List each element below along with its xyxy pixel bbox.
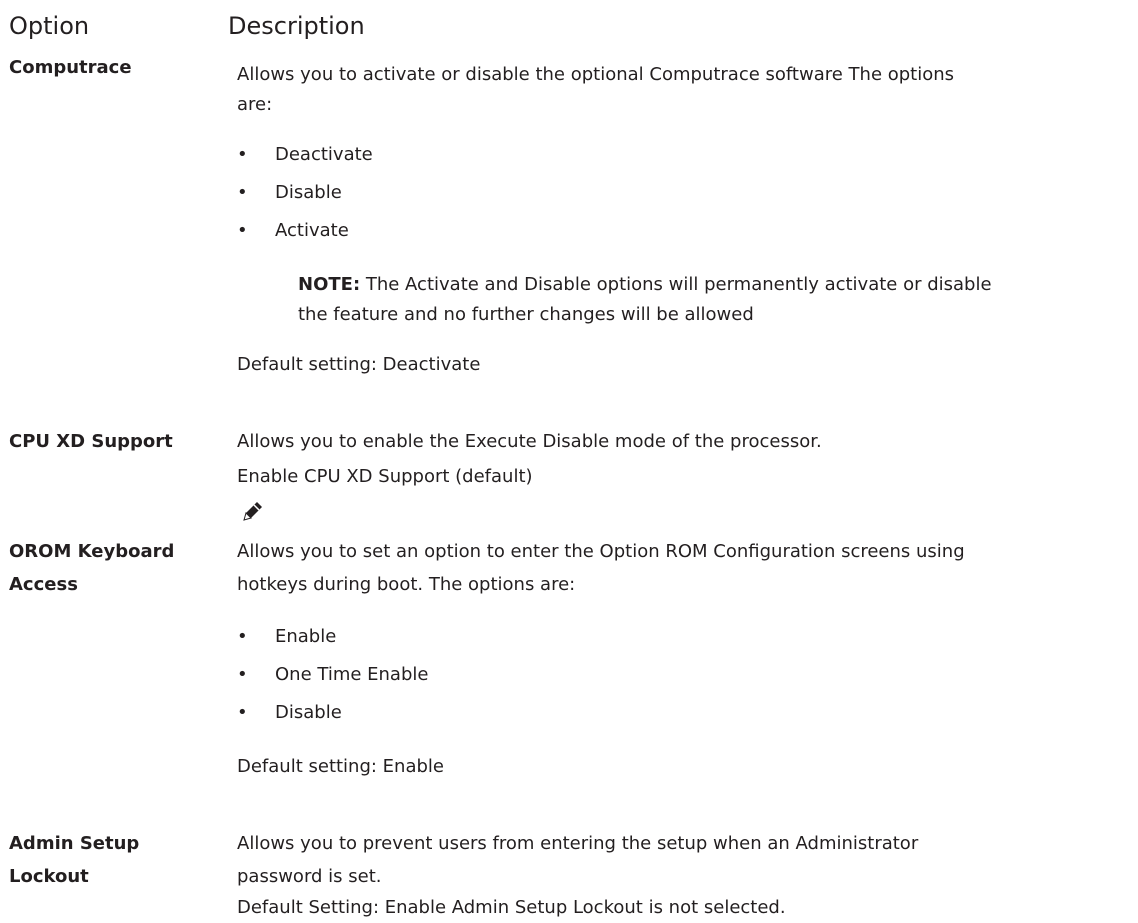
description-line: Allows you to set an option to enter the… xyxy=(237,541,965,562)
note-text: the feature and no further changes will … xyxy=(298,304,754,325)
option-list-item: • Deactivate xyxy=(237,144,373,165)
default-setting: Default Setting: Enable Admin Setup Lock… xyxy=(237,897,786,918)
header-description: Description xyxy=(228,12,365,40)
option-name-cpu-xd-support: CPU XD Support xyxy=(9,431,173,452)
default-setting: Default setting: Enable xyxy=(237,756,444,777)
header-option: Option xyxy=(9,12,90,40)
description-line: Allows you to prevent users from enterin… xyxy=(237,833,919,854)
option-name-orom-keyboard-access: OROM Keyboard xyxy=(9,541,175,562)
description-line: Allows you to activate or disable the op… xyxy=(237,64,955,85)
option-name-computrace: Computrace xyxy=(9,57,132,78)
option-list-item: • Disable xyxy=(237,702,342,723)
option-name-admin-setup-lockout: Lockout xyxy=(9,866,89,887)
note-text: NOTE: The Activate and Disable options w… xyxy=(298,274,992,295)
option-list-item: • Activate xyxy=(237,220,349,241)
option-list-item: • Enable xyxy=(237,626,337,647)
pencil-icon xyxy=(243,502,262,521)
description-line: Allows you to enable the Execute Disable… xyxy=(237,431,822,452)
option-list-item: • One Time Enable xyxy=(237,664,429,685)
description-line: hotkeys during boot. The options are: xyxy=(237,574,576,595)
option-list-item: • Disable xyxy=(237,182,342,203)
default-setting: Default setting: Deactivate xyxy=(237,354,481,375)
option-name-admin-setup-lockout: Admin Setup xyxy=(9,833,140,854)
description-line: are: xyxy=(237,94,273,115)
description-line: password is set. xyxy=(237,866,382,887)
description-line: Enable CPU XD Support (default) xyxy=(237,466,533,487)
option-name-orom-keyboard-access: Access xyxy=(9,574,78,595)
